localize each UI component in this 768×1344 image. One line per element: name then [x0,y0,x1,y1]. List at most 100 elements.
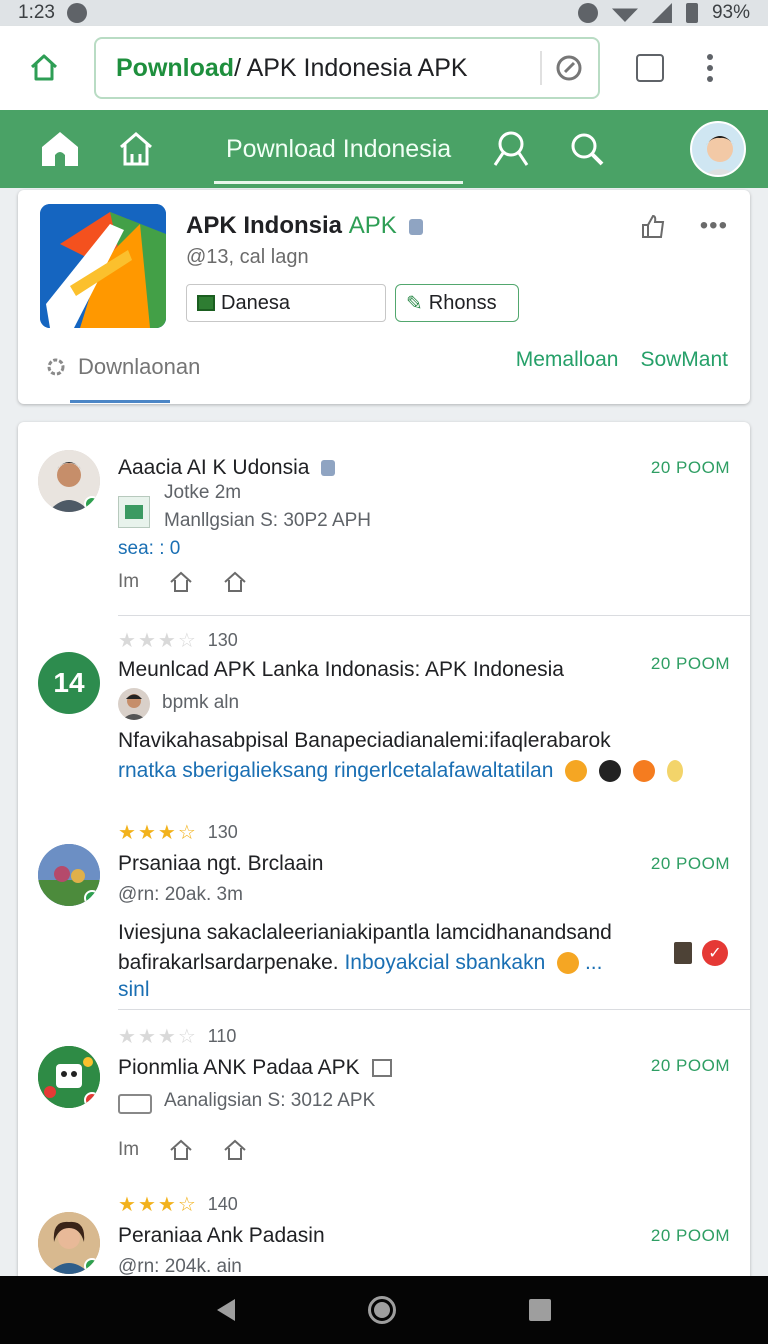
recents-button[interactable] [529,1299,552,1321]
avatar[interactable] [38,1046,100,1108]
post-author-name: Aaacia AI K Udonsia [118,456,310,479]
app-name-text: APK Indonsia [186,212,343,239]
nav-home-button[interactable] [22,119,98,179]
share-icon[interactable] [223,1138,247,1162]
install-chip[interactable]: ✎ Rhonss [395,284,519,322]
notification-icon [66,3,87,23]
tabs-button[interactable] [636,54,664,82]
battery-icon [685,3,698,23]
reload-icon[interactable] [554,53,584,83]
post-subline: @rn: 20ak. 3m [118,884,243,905]
overflow-menu-button[interactable] [706,54,714,82]
post-title[interactable]: Meunlcad APK Lanka Indonasis: APK Indone… [118,658,564,682]
rating-count: 130 [207,630,238,650]
app-thumb-icon [118,496,150,528]
signal-icon [651,3,672,23]
tab-title[interactable]: Pownload Indonesia [214,110,464,188]
system-home-button[interactable] [367,1296,396,1324]
post-body-link[interactable]: Inboyakcial sbankakn [344,951,545,974]
system-nav-bar [0,1276,768,1344]
status-bar: 1:23 93% [0,0,768,26]
post-subline: @rn: 204k. ain [118,1256,242,1277]
url-field[interactable]: Pownload / APK Indonesia APK [94,37,600,99]
avatar-face-icon [704,136,736,175]
list-item[interactable]: ★ ★ ★ ☆ 140 Peraniaa Ank Padasin 20 POOM @r… [18,1180,750,1282]
check-icon[interactable]: ✓ [702,940,728,966]
post-subline-2: Manllgsian S: 30P2 APH [164,510,372,531]
emoji-icon [666,760,683,783]
app-links: Memalloan SowMant [516,348,728,372]
more-options-button[interactable]: ••• [700,212,728,240]
rating-stars: ★ ★ ★ ☆ 110 [118,1026,237,1048]
calendar-icon [371,1059,392,1078]
list-item[interactable]: ★ ★ ★ ☆ 130 Prsaniaa ngt. Brclaain 20 POOM … [18,810,750,1010]
tab-indicator [70,400,170,403]
avatar[interactable] [38,450,100,512]
user-search-icon [493,131,529,166]
app-card: APK Indonsia APK @13, cal lagn Danesa ✎ … [18,190,750,404]
category-icon [197,295,215,311]
home-button[interactable] [24,48,64,88]
search-button[interactable] [549,119,625,179]
ticket-icon [118,1094,152,1114]
category-chip[interactable]: Danesa [186,284,386,322]
share-icon[interactable] [223,570,247,594]
see-more-link[interactable]: sinl [118,978,150,1002]
post-subline: Aanaligsian S: 3012 APK [164,1090,376,1111]
list-item[interactable]: ★ ★ ★ ☆ 110 Pionmlia ANK Padaa APK 20 POOM … [18,1010,750,1180]
post-action-label[interactable]: Im [118,571,139,593]
online-status-icon [84,890,100,906]
post-title[interactable]: Peraniaa Ank Padasin [118,1224,325,1248]
alarm-icon [577,3,598,23]
avatar[interactable] [38,844,100,906]
app-header: Pownload Indonesia [0,110,768,188]
nav-store-button[interactable] [98,119,174,179]
link-memalloan[interactable]: Memalloan [516,348,619,372]
post-body-link[interactable]: rnatka sberigalieksang ringerlcetalafawa… [118,759,553,782]
url-brand: Pownload [116,53,235,82]
user-avatar[interactable] [690,121,746,177]
rating-count: 110 [207,1026,237,1046]
battery-level: 93% [711,2,750,23]
feed-card: Aaacia AI K Udonsia 20 POOM Jotke 2m Man… [18,422,750,1282]
app-logo-icon [40,204,166,328]
back-button[interactable] [216,1299,235,1321]
app-logo[interactable] [40,204,166,328]
thumbs-up-icon[interactable] [169,570,193,594]
post-title-text: Pionmlia ANK Padaa APK [118,1056,360,1079]
page-title: Pownload Indonesia [226,134,452,163]
post-body: Nfavikahasabpisal Banapeciadianalemi:ifa… [118,726,698,786]
avatar[interactable]: 14 [38,652,100,714]
avatar[interactable] [38,1212,100,1274]
url-divider [540,51,542,85]
post-action-label[interactable]: Im [118,1139,139,1161]
avatar-label: 14 [53,667,85,698]
post-seas-link[interactable]: sea: : 0 [118,538,180,560]
post-subline: Jotke 2m [164,482,242,503]
like-icon[interactable] [640,213,666,239]
house-icon [42,132,78,166]
url-text: / APK Indonesia APK [234,53,468,82]
small-avatar-icon [118,688,150,720]
post-time: 20 POOM [650,1056,730,1075]
post-author[interactable]: Aaacia AI K Udonsia [118,456,336,480]
app-name: APK Indonsia APK [186,212,424,240]
rating-stars: ★ ★ ★ ☆ 130 [118,630,238,652]
tab-downloads[interactable]: Downlaonan [44,354,200,380]
thumbs-up-icon[interactable] [169,1138,193,1162]
app-name-suffix: APK [348,212,397,239]
rating-stars: ★ ★ ★ ☆ 130 [118,822,238,844]
post-time: 20 POOM [650,458,730,477]
post-body-text: Nfavikahasabpisal Banapeciadianalemi:ifa… [118,729,611,752]
emoji-icon [632,760,655,783]
link-sowmant[interactable]: SowMant [640,348,728,372]
list-item[interactable]: Aaacia AI K Udonsia 20 POOM Jotke 2m Man… [18,422,750,616]
trash-icon[interactable] [674,942,692,964]
install-chip-label: Rhonss [428,291,497,314]
emoji-icon [565,760,588,783]
rating-stars: ★ ★ ★ ☆ 140 [118,1194,238,1216]
post-title[interactable]: Pionmlia ANK Padaa APK [118,1056,392,1080]
profile-search-button[interactable] [473,119,549,179]
home-icon [30,54,58,81]
post-title[interactable]: Prsaniaa ngt. Brclaain [118,852,323,876]
